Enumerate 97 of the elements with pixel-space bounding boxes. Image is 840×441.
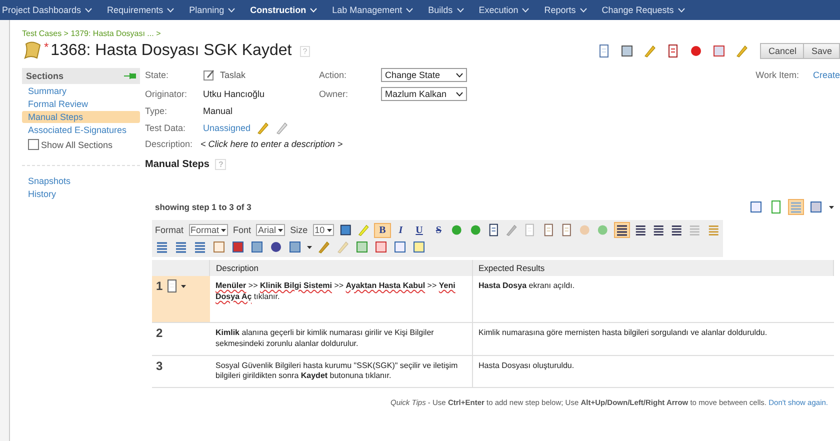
format-button[interactable]: B	[375, 224, 390, 236]
section-link[interactable]: Summary	[22, 85, 140, 97]
format-button[interactable]: S	[432, 224, 446, 236]
step-number-cell[interactable]: 1	[152, 276, 210, 322]
format-dropdown[interactable]: Format	[188, 224, 228, 236]
field-label: Test Data:	[145, 123, 187, 133]
checkbox[interactable]	[28, 139, 39, 150]
field-label: Description:	[145, 139, 193, 149]
pencil-icon[interactable]	[256, 121, 270, 135]
document-icon[interactable]	[666, 44, 680, 58]
toolbar-button[interactable]: Cancel	[760, 43, 804, 59]
edit-icon	[203, 69, 215, 81]
align-left-button[interactable]	[614, 223, 629, 237]
column-header: Description	[210, 260, 472, 276]
caret-icon	[580, 8, 587, 12]
type-value: Manual	[203, 106, 234, 116]
font-dropdown[interactable]: Arial	[256, 224, 286, 236]
paste-icon[interactable]	[542, 223, 555, 237]
step-number: 1	[156, 278, 163, 294]
description-cell[interactable]: Kimlik alanına geçerli bir kimlik numarası girilir ve Kişi Bilgiler sekmesindeki zorunlu alanlar doldurulur.	[210, 322, 472, 356]
unassigned-link[interactable]: Unassigned	[203, 123, 251, 133]
step-number-cell[interactable]: 2	[152, 322, 210, 356]
dropdown-arrow-icon	[180, 284, 186, 288]
section-link[interactable]: Associated E-Signatures	[22, 124, 140, 136]
format-label: Format	[155, 225, 184, 235]
bullet-list-icon[interactable]	[155, 240, 169, 254]
description-cell[interactable]: Menüler >> Klinik Bilgi Sistemi >> Ayaktan Hasta Kabul >> Yeni Dosya Aç tıklanır.	[210, 276, 472, 322]
dropdown-arrow-icon	[278, 228, 284, 232]
caret-icon	[167, 8, 174, 12]
record-icon[interactable]	[689, 44, 704, 58]
caret-icon	[678, 8, 685, 12]
size-dropdown[interactable]: 10	[312, 224, 334, 236]
caret-icon	[456, 72, 463, 78]
align-center-icon[interactable]	[634, 223, 647, 237]
caret-icon	[522, 8, 530, 12]
step-number: 3	[156, 358, 163, 374]
field-label: State:	[145, 70, 170, 80]
copy-icon[interactable]	[597, 44, 612, 58]
font-label: Font	[233, 225, 252, 235]
caret-icon	[228, 8, 236, 12]
format-button[interactable]: U	[412, 224, 427, 236]
expected-result-cell[interactable]: Kimlik numarasına göre mernisten hasta bilgileri sorgulandı ve alanlar dolduruldu.	[472, 322, 834, 356]
align-right-icon[interactable]	[652, 223, 666, 237]
section-title: Manual Steps	[145, 159, 210, 170]
nav-menu-item[interactable]: Planning	[189, 5, 236, 15]
step-count: showing step 1 to 3 of 3	[155, 202, 252, 212]
expected-result-cell[interactable]: Hasta Dosya ekranı açıldı.	[472, 276, 834, 322]
section-link[interactable]: Formal Review	[22, 98, 140, 110]
numbered-list-icon[interactable]	[174, 240, 188, 254]
caret-icon	[456, 92, 463, 96]
create-link[interactable]: Create	[812, 70, 840, 80]
caret-icon	[456, 8, 464, 12]
size-label: Size	[290, 225, 308, 235]
nav-menu-item[interactable]: Execution	[478, 5, 530, 15]
nav-menu-item[interactable]: Requirements	[107, 5, 174, 15]
caret-icon	[85, 8, 92, 12]
page-title: 1368: Hasta Dosyası SGK Kaydet	[50, 42, 292, 60]
caret-icon	[406, 8, 414, 12]
action-select[interactable]: Change State	[381, 68, 467, 82]
originator-value: Utku Hancıoğlu	[203, 89, 266, 99]
description-placeholder[interactable]: < Click here to enter a description >	[200, 139, 343, 149]
nav-menu-item[interactable]: Change Requests	[602, 5, 685, 15]
step-number: 2	[156, 325, 163, 342]
section-link[interactable]: Snapshots	[22, 175, 140, 187]
dropdown-arrow-icon	[307, 246, 312, 248]
nav-menu-item[interactable]: Reports	[544, 5, 587, 15]
sections-title: Sections	[26, 71, 64, 81]
section-link[interactable]: History	[22, 188, 140, 200]
expected-result-cell[interactable]: Hasta Dosyası oluşturuldu.	[472, 355, 834, 388]
field-label: Owner:	[319, 89, 350, 99]
step-number-cell[interactable]: 3	[152, 355, 210, 388]
pencil-icon[interactable]	[317, 240, 331, 254]
pencil-icon[interactable]	[735, 44, 750, 58]
field-label: Work Item:	[756, 70, 799, 80]
dropdown-arrow-icon	[221, 228, 226, 232]
pin-icon[interactable]	[124, 72, 136, 80]
state-value: Taslak	[220, 70, 246, 80]
paste-icon[interactable]	[560, 223, 574, 237]
modified-mark: *	[44, 40, 49, 54]
format-button[interactable]: I	[394, 224, 407, 236]
field-label: Type:	[145, 106, 168, 116]
nav-menu-item[interactable]: Builds	[428, 5, 464, 15]
nav-menu-item[interactable]: Project Dashboards	[2, 5, 92, 15]
column-header: Expected Results	[472, 260, 834, 276]
field-label: Originator:	[145, 89, 188, 99]
field-label: Action:	[319, 70, 348, 80]
nav-menu-item[interactable]: Construction	[250, 5, 318, 15]
description-cell[interactable]: Sosyal Güvenlik Bilgileri hasta kurumu "SSK(SGK)" seçilir ve iletişim bilgileri girildikten sonra Kaydet butonuna tıklanır.	[210, 355, 472, 388]
dropdown-arrow-icon	[326, 228, 332, 232]
caret-icon	[310, 8, 318, 12]
dropdown-arrow-icon	[829, 206, 834, 208]
toolbar-button[interactable]: Save	[803, 43, 840, 59]
owner-select[interactable]: Mazlum Kalkan	[381, 87, 467, 101]
breadcrumb[interactable]: Test Cases > 1379: Hasta Dosyası ... >	[22, 29, 840, 38]
justify-icon[interactable]	[670, 223, 684, 237]
nav-menu-item[interactable]: Lab Management	[332, 5, 414, 15]
checkbox-label: Show All Sections	[41, 140, 113, 150]
